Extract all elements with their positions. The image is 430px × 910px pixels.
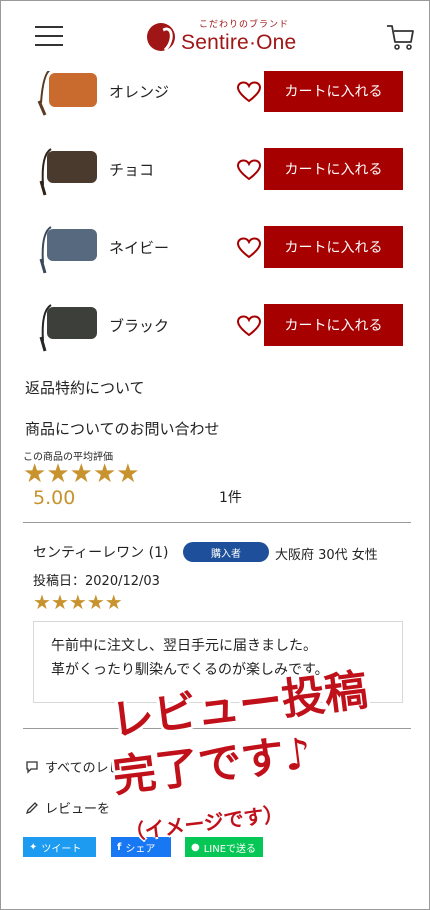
tweet-button[interactable]: ✦ ツイート: [23, 837, 96, 857]
add-to-cart-button[interactable]: カートに入れる: [264, 304, 403, 346]
star-icon: ★: [86, 590, 105, 614]
review-count: 1件: [219, 490, 242, 506]
favorite-heart-icon[interactable]: [237, 159, 261, 181]
star-icon: ★: [50, 590, 69, 614]
menu-icon[interactable]: [35, 26, 63, 46]
variant-row-navy: ネイビー カートに入れる: [1, 215, 429, 285]
line-icon: ●: [191, 841, 200, 853]
variant-row-black: ブラック カートに入れる: [1, 293, 429, 363]
star-icon: ★: [69, 459, 93, 489]
logo[interactable]: こだわりのブランド Sentire·One: [147, 19, 296, 55]
star-icon: ★: [68, 590, 87, 614]
review-text-line: 午前中に注文し、翌日手元に届きました。: [51, 638, 317, 654]
add-to-cart-button[interactable]: カートに入れる: [264, 226, 403, 268]
logo-name: Sentire·One: [181, 31, 297, 54]
divider: [23, 522, 411, 523]
buyer-badge: 購入者: [183, 542, 269, 562]
write-review-link[interactable]: レビューを: [25, 798, 110, 817]
variant-name: チョコ: [109, 161, 155, 179]
completion-overlay: レビュー投稿 完了です♪ （イメージです）: [101, 665, 421, 861]
pencil-icon: [25, 801, 38, 814]
divider: [23, 728, 411, 729]
facebook-share-label: シェア: [125, 843, 156, 855]
cart-icon[interactable]: [385, 22, 415, 52]
star-icon: ★: [116, 459, 140, 489]
variant-name: オレンジ: [109, 83, 170, 101]
logo-mark-icon: [147, 23, 175, 51]
star-icon: ★: [46, 459, 70, 489]
favorite-heart-icon[interactable]: [237, 237, 261, 259]
reviewer-meta: 大阪府 30代 女性: [275, 548, 378, 563]
variant-row-choco: チョコ カートに入れる: [1, 137, 429, 207]
review-stars: ★ ★ ★ ★ ★: [33, 590, 123, 614]
favorite-heart-icon[interactable]: [237, 315, 261, 337]
logo-tagline: こだわりのブランド: [199, 20, 290, 30]
bag-thumbnail-icon: [39, 148, 97, 196]
phone-frame: こだわりのブランド Sentire·One オレンジ カートに入れる チョコ カ…: [0, 0, 430, 910]
variant-name: ブラック: [109, 317, 170, 335]
line-share-label: LINEで送る: [203, 843, 257, 855]
facebook-share-button[interactable]: f シェア: [111, 837, 171, 857]
all-reviews-label: すべてのレビュー: [45, 761, 148, 776]
bag-thumbnail-icon: [39, 226, 97, 274]
average-rating-stars: ★ ★ ★ ★ ★: [23, 459, 140, 489]
favorite-heart-icon[interactable]: [237, 81, 261, 103]
bag-thumbnail-icon: [37, 68, 97, 116]
all-reviews-link[interactable]: すべてのレビュー: [25, 757, 148, 776]
header: こだわりのブランド Sentire·One: [1, 1, 429, 71]
star-icon: ★: [92, 459, 117, 489]
return-policy-link[interactable]: 返品特約について: [25, 377, 145, 398]
review-body: 午前中に注文し、翌日手元に届きました。 革がくったり馴染んでくるのが楽しみです。: [33, 621, 403, 703]
add-to-cart-button[interactable]: カートに入れる: [264, 70, 403, 112]
review-text-line: 革がくったり馴染んでくるのが楽しみです。: [51, 662, 329, 678]
bag-thumbnail-icon: [39, 304, 97, 352]
facebook-icon: f: [117, 841, 122, 853]
speech-bubble-icon: [26, 760, 38, 774]
review-date: 投稿日：2020/12/03: [33, 574, 160, 589]
line-share-button[interactable]: ● LINEで送る: [185, 837, 263, 857]
star-icon: ★: [104, 590, 123, 614]
star-icon: ★: [23, 459, 47, 489]
star-icon: ★: [33, 590, 51, 614]
tweet-label: ツイート: [41, 843, 82, 855]
product-inquiry-link[interactable]: 商品についてのお問い合わせ: [25, 418, 220, 439]
add-to-cart-button[interactable]: カートに入れる: [264, 148, 403, 190]
reviewer-name: センティーレワン (1): [33, 545, 169, 561]
average-rating-score: 5.00: [33, 487, 76, 509]
write-review-label: レビューを: [45, 802, 111, 817]
twitter-bird-icon: ✦: [29, 841, 38, 853]
variant-name: ネイビー: [109, 239, 170, 257]
